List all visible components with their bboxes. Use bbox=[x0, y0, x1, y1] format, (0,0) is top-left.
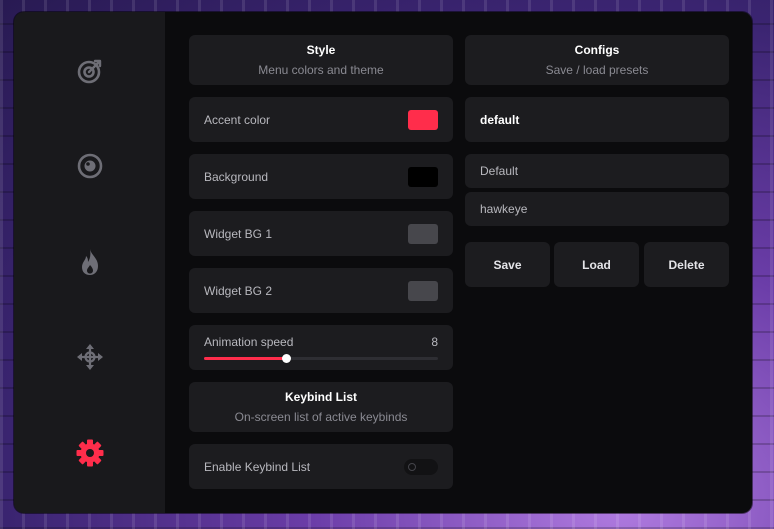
slider-handle[interactable] bbox=[281, 354, 291, 363]
widget-bg1-swatch[interactable] bbox=[408, 223, 438, 244]
widget-bg1-label: Widget BG 1 bbox=[204, 226, 273, 241]
widget-bg2-row: Widget BG 2 bbox=[189, 268, 453, 313]
sidebar bbox=[14, 12, 165, 513]
background-row: Background bbox=[189, 154, 453, 199]
sidebar-item-aimbot[interactable] bbox=[65, 46, 115, 96]
sidebar-item-movement[interactable] bbox=[65, 332, 115, 382]
widget-bg2-swatch[interactable] bbox=[408, 280, 438, 301]
accent-color-swatch[interactable] bbox=[408, 109, 438, 130]
sidebar-item-visuals[interactable] bbox=[65, 141, 115, 191]
sidebar-item-settings[interactable] bbox=[65, 428, 115, 478]
delete-button[interactable]: Delete bbox=[644, 242, 729, 287]
enable-keybind-row: Enable Keybind List bbox=[189, 444, 453, 489]
background-color-swatch[interactable] bbox=[408, 166, 438, 187]
menu-window: Style Menu colors and theme Accent color… bbox=[14, 12, 752, 513]
widget-bg2-label: Widget BG 2 bbox=[204, 283, 273, 298]
load-button[interactable]: Load bbox=[554, 242, 639, 287]
config-name-value: default bbox=[480, 112, 520, 127]
animation-speed-label: Animation speed bbox=[204, 335, 294, 349]
config-name-input[interactable]: default bbox=[465, 97, 729, 142]
sidebar-item-misc[interactable] bbox=[65, 237, 115, 287]
gear-icon bbox=[76, 439, 104, 467]
keybind-title: Keybind List bbox=[284, 390, 357, 404]
keybind-subtitle: On-screen list of active keybinds bbox=[234, 410, 408, 424]
preset-item-default[interactable]: Default bbox=[465, 154, 729, 188]
enable-keybind-toggle[interactable] bbox=[404, 458, 438, 475]
enable-keybind-label: Enable Keybind List bbox=[204, 459, 311, 474]
preset-label: hawkeye bbox=[480, 202, 528, 216]
widget-bg1-row: Widget BG 1 bbox=[189, 211, 453, 256]
configs-subtitle: Save / load presets bbox=[545, 63, 649, 77]
eye-icon bbox=[77, 153, 103, 179]
accent-color-label: Accent color bbox=[204, 112, 271, 127]
slider-fill bbox=[204, 357, 286, 360]
animation-speed-value: 8 bbox=[431, 335, 438, 349]
accent-color-row: Accent color bbox=[189, 97, 453, 142]
target-icon bbox=[77, 59, 102, 84]
flame-icon bbox=[82, 249, 98, 275]
toggle-knob bbox=[408, 462, 416, 471]
move-arrows-icon bbox=[77, 344, 103, 370]
style-title: Style bbox=[306, 43, 336, 57]
preset-label: Default bbox=[480, 164, 519, 178]
style-section-header: Style Menu colors and theme bbox=[189, 35, 453, 85]
keybind-section-header: Keybind List On-screen list of active ke… bbox=[189, 382, 453, 432]
animation-speed-row: Animation speed 8 bbox=[189, 325, 453, 370]
background-label: Background bbox=[204, 169, 269, 184]
configs-title: Configs bbox=[574, 43, 620, 57]
style-subtitle: Menu colors and theme bbox=[258, 63, 384, 77]
configs-section-header: Configs Save / load presets bbox=[465, 35, 729, 85]
preset-item-hawkeye[interactable]: hawkeye bbox=[465, 192, 729, 226]
animation-speed-slider[interactable] bbox=[204, 354, 438, 363]
save-button[interactable]: Save bbox=[465, 242, 550, 287]
